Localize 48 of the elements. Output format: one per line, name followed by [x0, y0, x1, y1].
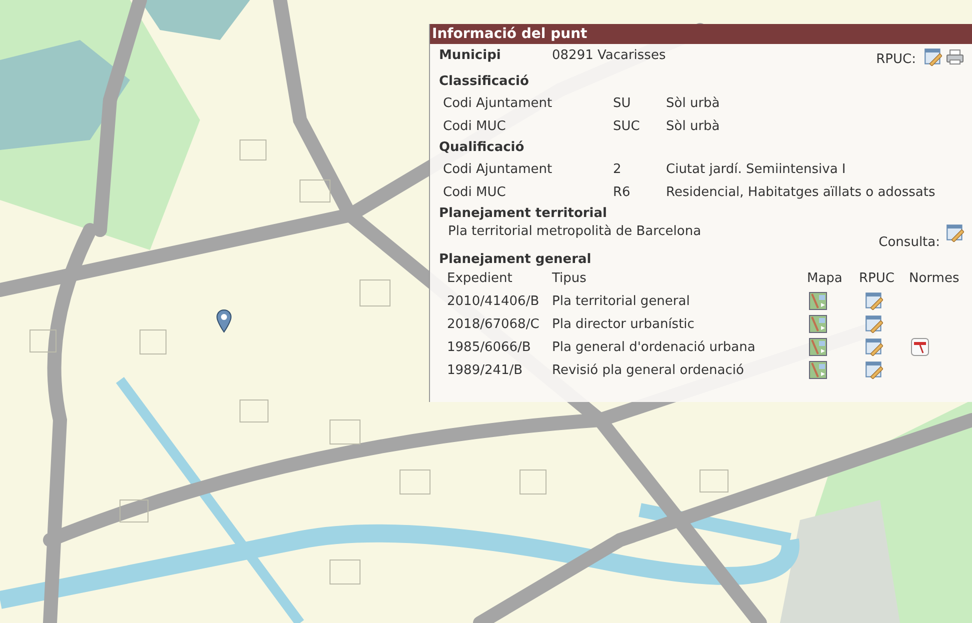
print-icon[interactable]: [946, 48, 964, 66]
code-value: SU: [613, 95, 632, 113]
pdf-document-icon[interactable]: [911, 338, 929, 356]
consulta-label: Consulta:: [878, 235, 940, 250]
field-label: Municipi: [439, 48, 502, 63]
tipus-cell-text: Pla director urbanístic: [552, 316, 696, 334]
field-label: Codi MUC: [443, 184, 507, 202]
map-marker-icon[interactable]: [216, 309, 232, 333]
code-value: SUC: [613, 118, 641, 136]
description-value: Ciutat jardí. Semiintensiva I: [666, 161, 846, 179]
edit-document-icon[interactable]: [865, 361, 883, 379]
description-value: Sòl urbà: [666, 95, 720, 113]
column-header: Expedient: [447, 270, 514, 288]
section-heading: Planejament territorial: [439, 205, 608, 223]
code-value: 2: [613, 161, 622, 179]
edit-document-icon[interactable]: [865, 338, 883, 356]
column-header: RPUC: [859, 270, 896, 288]
tipus-cell-text: Pla general d'ordenació urbana: [552, 339, 756, 357]
section-heading: Qualificació: [439, 139, 526, 157]
expedient-cell-text: 1989/241/B: [447, 362, 524, 380]
map-icon[interactable]: [809, 361, 827, 379]
tipus-cell-text: Pla territorial general: [552, 293, 691, 311]
field-label: Codi Ajuntament: [443, 95, 554, 113]
edit-document-icon[interactable]: [865, 292, 883, 310]
section-heading: Classificació: [439, 73, 530, 91]
plan-name: Pla territorial metropolità de Barcelona: [448, 224, 702, 239]
expedient-cell-text: 1985/6066/B: [447, 339, 532, 357]
expedient-cell-text: 2010/41406/B: [447, 293, 540, 311]
field-value: 08291 Vacarisses: [552, 48, 667, 63]
description-value: Sòl urbà: [666, 118, 720, 136]
column-header: Tipus: [552, 270, 588, 288]
map-icon[interactable]: [809, 338, 827, 356]
field-label: Codi MUC: [443, 118, 507, 136]
map-icon[interactable]: [809, 315, 827, 333]
column-header: Normes: [909, 270, 960, 288]
edit-document-icon[interactable]: [924, 48, 942, 66]
description-value: Residencial, Habitatges aïllats o adossats: [666, 184, 936, 202]
field-label: Codi Ajuntament: [443, 161, 554, 179]
column-header: Mapa: [807, 270, 844, 288]
tipus-cell-text: Revisió pla general ordenació: [552, 362, 745, 380]
section-heading: Planejament general: [439, 251, 592, 269]
edit-document-icon[interactable]: [865, 315, 883, 333]
edit-document-icon[interactable]: [946, 224, 964, 242]
map-icon[interactable]: [809, 292, 827, 310]
expedient-cell-text: 2018/67068/C: [447, 316, 540, 334]
rpuc-label: RPUC:: [876, 52, 916, 67]
panel-title: Informació del punt: [430, 24, 972, 44]
code-value: R6: [613, 184, 632, 202]
